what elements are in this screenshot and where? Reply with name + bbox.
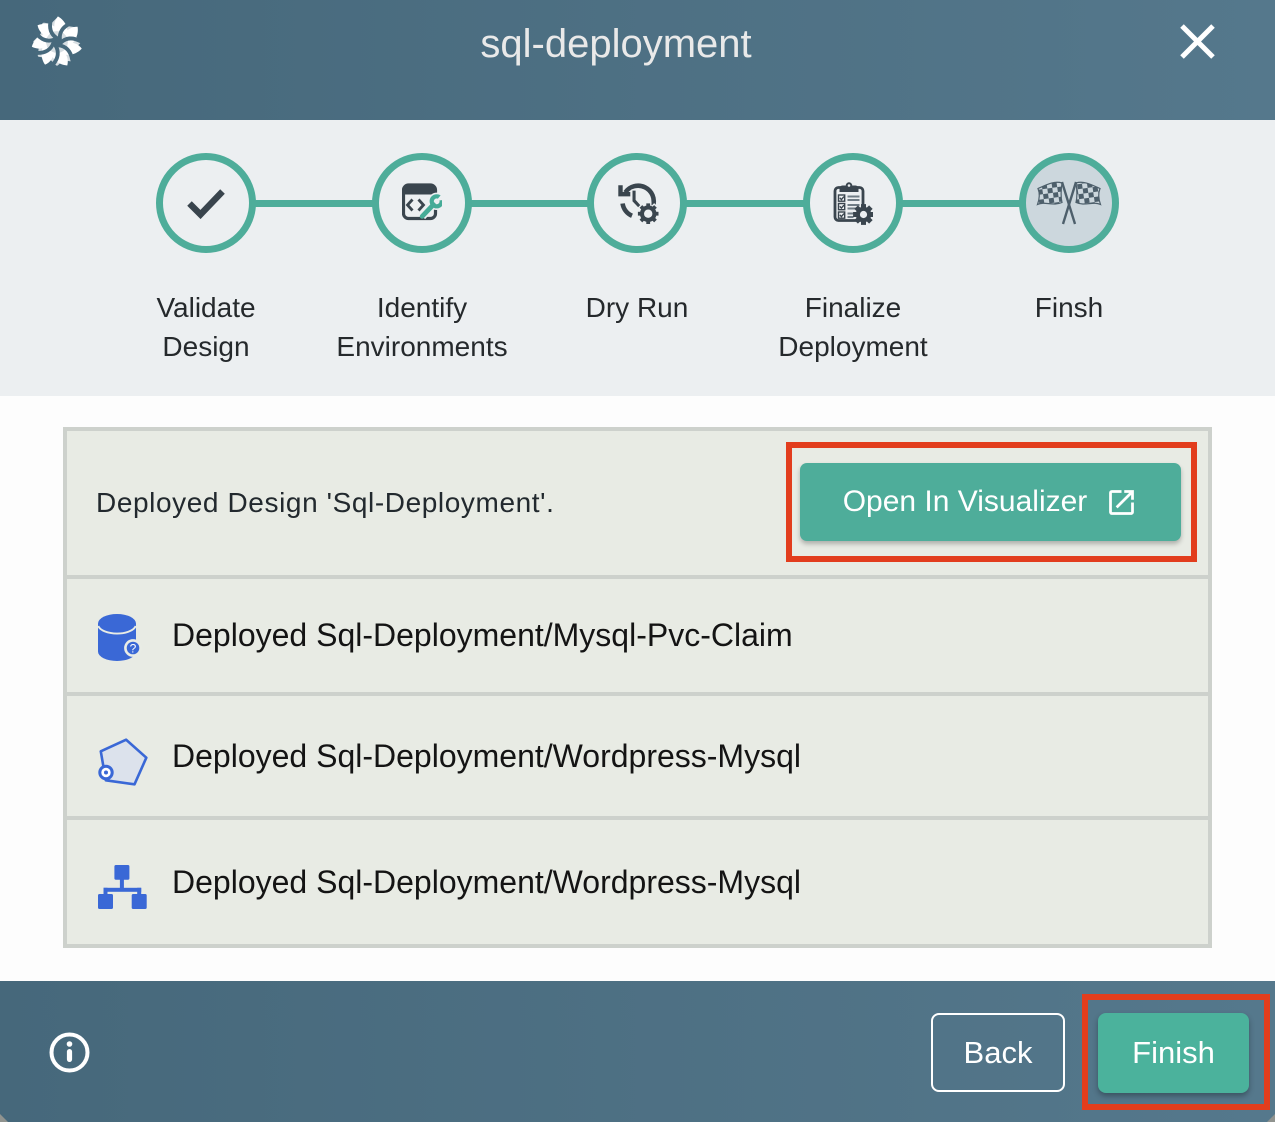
svg-text:?: ? [130,641,137,655]
